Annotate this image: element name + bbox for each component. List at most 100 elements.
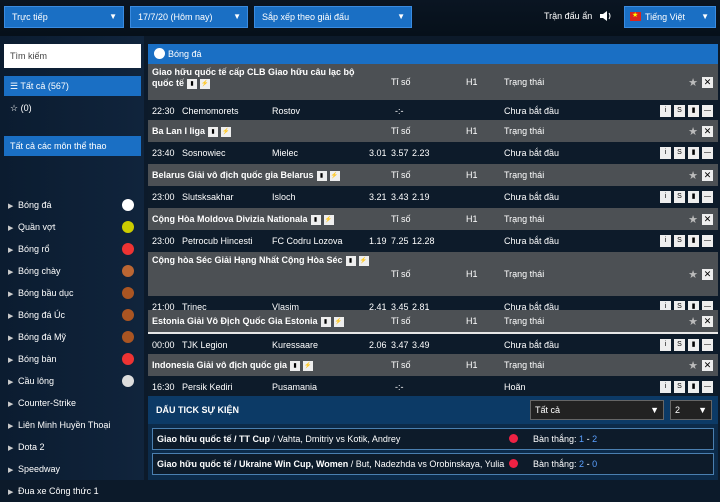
ticker-event[interactable]: Giao hữu quốc tế / TT Cup / Vahta, Dmitr… (152, 428, 714, 450)
stats-button[interactable]: S (674, 105, 685, 117)
lightning-icon[interactable]: ⚡ (358, 255, 369, 266)
lightning-icon[interactable]: ⚡ (221, 126, 232, 137)
chart-button[interactable]: ▮ (688, 191, 699, 203)
sort-dropdown[interactable]: Sắp xếp theo giải đấu ▼ (254, 6, 412, 28)
stats-icon[interactable]: ▮ (187, 78, 198, 89)
stats-icon[interactable]: ▮ (320, 316, 331, 327)
minimize-button[interactable]: — (702, 105, 713, 117)
stats-icon[interactable]: ▮ (345, 255, 356, 266)
sport-item[interactable]: ▶ Bóng bàn (8, 350, 136, 368)
sport-item[interactable]: ▶ Bóng bầu dục (8, 284, 136, 302)
info-button[interactable]: i (660, 105, 671, 117)
odds-home[interactable]: 3.21 (369, 186, 387, 208)
info-button[interactable]: i (660, 235, 671, 247)
ticker-count-select[interactable]: 2 ▼ (670, 400, 712, 420)
lightning-icon[interactable]: ⚡ (329, 170, 340, 181)
odds-away[interactable]: 3.49 (412, 334, 430, 356)
sport-item[interactable]: ▶ Counter-Strike (8, 394, 136, 412)
favorites-item[interactable]: ☆ (0) (4, 98, 141, 118)
odds-away[interactable]: 12.28 (412, 230, 435, 252)
close-icon[interactable]: ✕ (702, 77, 713, 88)
stats-icon[interactable]: ▮ (208, 126, 219, 137)
league-header[interactable]: Cộng Hòa Moldova Divizia Nationala ▮ ⚡ Tỉ … (148, 208, 718, 230)
info-button[interactable]: i (660, 339, 671, 351)
sport-item[interactable]: ▶ Cầu lông (8, 372, 136, 390)
sport-item[interactable]: ▶ Bóng đá Úc (8, 306, 136, 324)
close-icon[interactable]: ✕ (702, 269, 713, 280)
search-input[interactable]: Tìm kiếm (4, 44, 141, 68)
odds-home[interactable]: 2.06 (369, 334, 387, 356)
stats-icon[interactable]: ▮ (316, 170, 327, 181)
stats-button[interactable]: S (674, 339, 685, 351)
lightning-icon[interactable]: ⚡ (333, 316, 344, 327)
sport-item[interactable]: ▶ Bóng chày (8, 262, 136, 280)
match-row[interactable]: 16:30 Persik Kediri Pusamania -:- Hoãn i… (148, 376, 718, 398)
close-icon[interactable]: ✕ (702, 316, 713, 327)
sport-item[interactable]: ▶ Bóng rổ (8, 240, 136, 258)
minimize-button[interactable]: — (702, 191, 713, 203)
star-icon[interactable]: ★ (688, 359, 698, 372)
league-header[interactable]: Cộng hòa Séc Giải Hạng Nhất Cộng Hòa Séc… (148, 252, 718, 296)
odds-away[interactable]: 2.23 (412, 142, 430, 164)
league-header[interactable]: Estonia Giải Vô Địch Quốc Gia Estonia ▮ ⚡ … (148, 310, 718, 332)
match-row[interactable]: 00:00 TJK Legion Kuressaare 2.06 3.47 3.49… (148, 334, 718, 356)
info-button[interactable]: i (660, 147, 671, 159)
odds-draw[interactable]: 3.57 (391, 142, 409, 164)
ticker-filter-select[interactable]: Tất cả ▼ (530, 400, 664, 420)
star-icon[interactable]: ★ (688, 315, 698, 328)
odds-home[interactable]: 3.01 (369, 142, 387, 164)
odds-home[interactable]: 1.19 (369, 230, 387, 252)
odds-draw[interactable]: 7.25 (391, 230, 409, 252)
league-header[interactable]: Ba Lan I liga ▮ ⚡ Tỉ số H1 Trạng thái ★ ✕ (148, 120, 718, 142)
odds-draw[interactable]: 3.43 (391, 186, 409, 208)
star-icon[interactable]: ★ (688, 213, 698, 226)
lightning-icon[interactable]: ⚡ (303, 360, 314, 371)
info-button[interactable]: i (660, 381, 671, 393)
chart-button[interactable]: ▮ (688, 381, 699, 393)
stats-button[interactable]: S (674, 191, 685, 203)
close-icon[interactable]: ✕ (702, 126, 713, 137)
star-icon[interactable]: ★ (688, 125, 698, 138)
sport-item[interactable]: ▶ Bóng đá Mỹ (8, 328, 136, 346)
match-row[interactable]: 23:40 Sosnowiec Mielec 3.01 3.57 2.23 Chưa… (148, 142, 718, 164)
odds-away[interactable]: 2.19 (412, 186, 430, 208)
sport-item[interactable]: ▶ Quần vợt (8, 218, 136, 236)
chart-button[interactable]: ▮ (688, 235, 699, 247)
stats-button[interactable]: S (674, 147, 685, 159)
close-icon[interactable]: ✕ (702, 170, 713, 181)
lightning-icon[interactable]: ⚡ (200, 78, 211, 89)
close-icon[interactable]: ✕ (702, 360, 713, 371)
chart-button[interactable]: ▮ (688, 339, 699, 351)
all-matches-item[interactable]: ☰ Tất cả (567) (4, 76, 141, 96)
match-row[interactable]: 22:30 Chemomorets Rostov -:- Chưa bắt đầ… (148, 100, 718, 122)
stats-icon[interactable]: ▮ (310, 214, 321, 225)
mode-dropdown[interactable]: Trực tiếp ▼ (4, 6, 124, 28)
minimize-button[interactable]: — (702, 147, 713, 159)
sport-item[interactable]: ▶ Bóng đá (8, 196, 136, 214)
chart-button[interactable]: ▮ (688, 147, 699, 159)
league-header[interactable]: Giao hữu quốc tế cấp CLB Giao hữu câu lạ… (148, 64, 718, 100)
match-row[interactable]: 23:00 Petrocub Hincesti FC Codru Lozova … (148, 230, 718, 252)
league-header[interactable]: Indonesia Giải vô địch quốc gia ▮ ⚡ Tỉ số … (148, 354, 718, 376)
close-icon[interactable]: ✕ (702, 214, 713, 225)
star-icon[interactable]: ★ (688, 268, 698, 281)
chart-button[interactable]: ▮ (688, 105, 699, 117)
minimize-button[interactable]: — (702, 235, 713, 247)
sport-item[interactable]: ▶ Speedway (8, 460, 136, 478)
sport-item[interactable]: ▶ Đua xe Công thức 1 (8, 482, 136, 500)
league-header[interactable]: Belarus Giải vô địch quốc gia Belarus ▮ ⚡ … (148, 164, 718, 186)
match-row[interactable]: 23:00 Slutsksakhar Isloch 3.21 3.43 2.19 C… (148, 186, 718, 208)
stats-button[interactable]: S (674, 235, 685, 247)
star-icon[interactable]: ★ (688, 169, 698, 182)
info-button[interactable]: i (660, 191, 671, 203)
speaker-icon[interactable] (598, 9, 612, 23)
language-dropdown[interactable]: Tiếng Việt ▼ (624, 6, 716, 28)
minimize-button[interactable]: — (702, 339, 713, 351)
minimize-button[interactable]: — (702, 381, 713, 393)
stats-icon[interactable]: ▮ (290, 360, 301, 371)
ticker-event[interactable]: Giao hữu quốc tế / Ukraine Win Cup, Wome… (152, 453, 714, 475)
star-icon[interactable]: ★ (688, 76, 698, 89)
stats-button[interactable]: S (674, 381, 685, 393)
lightning-icon[interactable]: ⚡ (323, 214, 334, 225)
date-dropdown[interactable]: 17/7/20 (Hôm nay) ▼ (130, 6, 248, 28)
